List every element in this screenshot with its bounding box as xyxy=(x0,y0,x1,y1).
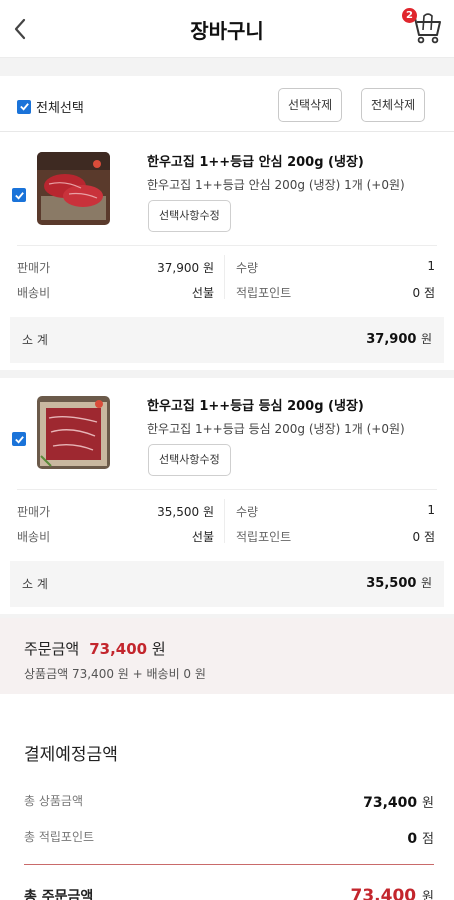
selection-toolbar: 전체선택 선택삭제 전체삭제 xyxy=(0,76,454,132)
app-header: 장바구니 2 xyxy=(0,0,454,58)
order-amount-detail: 상품금액 73,400 원 + 배송비 0 원 xyxy=(24,667,206,681)
product-thumbnail[interactable] xyxy=(37,396,110,469)
shipping-value: 선불 xyxy=(191,286,214,300)
page-title: 장바구니 xyxy=(190,19,264,43)
product-name[interactable]: 한우고집 1++등급 등심 200g (냉장) xyxy=(147,395,364,414)
divider xyxy=(224,499,225,543)
cart-item: 한우고집 1++등급 등심 200g (냉장) 한우고집 1++등급 등심 20… xyxy=(0,378,454,614)
product-name[interactable]: 한우고집 1++등급 안심 200g (냉장) xyxy=(147,151,364,170)
section-gap xyxy=(0,370,454,378)
cart-count-badge: 2 xyxy=(402,8,417,23)
price-label: 판매가 xyxy=(17,505,51,519)
item-checkbox[interactable] xyxy=(12,188,26,202)
subtotal-row: 소 계 37,900 원 xyxy=(10,317,444,363)
checkbox-checked-icon xyxy=(17,99,31,114)
subtotal-row: 소 계 35,500 원 xyxy=(10,561,444,607)
price-value: 35,500 원 xyxy=(157,505,214,519)
delete-selected-button[interactable]: 선택삭제 xyxy=(278,88,343,122)
points-value: 0 점 xyxy=(412,530,436,544)
divider xyxy=(224,255,225,299)
select-all-label: 전체선택 xyxy=(36,101,84,116)
select-all-checkbox[interactable]: 전체선택 xyxy=(17,97,84,116)
quantity-label: 수량 xyxy=(236,261,259,275)
shipping-value: 선불 xyxy=(191,530,214,544)
order-amount-value: 73,400 xyxy=(89,640,148,658)
product-option: 한우고집 1++등급 등심 200g (냉장) 1개 (+0원) xyxy=(147,422,405,436)
price-value: 37,900 원 xyxy=(157,261,214,275)
shipping-label: 배송비 xyxy=(17,286,51,300)
cart-item: 한우고집 1++등급 안심 200g (냉장) 한우고집 1++등급 안심 20… xyxy=(0,134,454,370)
points-label: 적립포인트 xyxy=(236,286,292,300)
subtotal-label: 소 계 xyxy=(22,333,48,347)
quantity-label: 수량 xyxy=(236,505,259,519)
price-label: 판매가 xyxy=(17,261,51,275)
order-summary: 주문금액 73,400 원 상품금액 73,400 원 + 배송비 0 원 xyxy=(0,618,454,694)
quantity-value: 1 xyxy=(427,503,435,517)
points-value: 0 점 xyxy=(412,286,436,300)
divider xyxy=(24,864,434,865)
subtotal-value: 35,500 원 xyxy=(366,576,432,591)
order-amount: 주문금액 73,400 원 xyxy=(24,640,166,658)
section-gap xyxy=(0,694,454,712)
payment-summary: 결제예정금액 총 상품금액 73,400 원 총 적립포인트 0 점 총 주문금… xyxy=(0,712,454,900)
divider xyxy=(17,245,437,246)
product-option: 한우고집 1++등급 안심 200g (냉장) 1개 (+0원) xyxy=(147,178,405,192)
product-thumbnail[interactable] xyxy=(37,152,110,225)
edit-options-button[interactable]: 선택사항수정 xyxy=(148,444,231,476)
delete-all-button[interactable]: 전체삭제 xyxy=(361,88,426,122)
section-gap xyxy=(0,58,454,76)
points-label: 적립포인트 xyxy=(236,530,292,544)
item-checkbox[interactable] xyxy=(12,432,26,446)
divider xyxy=(17,489,437,490)
subtotal-label: 소 계 xyxy=(22,577,48,591)
shipping-label: 배송비 xyxy=(17,530,51,544)
cart-button[interactable]: 2 xyxy=(402,8,441,46)
payment-title: 결제예정금액 xyxy=(24,745,118,765)
subtotal-value: 37,900 원 xyxy=(366,332,432,347)
edit-options-button[interactable]: 선택사항수정 xyxy=(148,200,231,232)
quantity-value: 1 xyxy=(427,259,435,273)
